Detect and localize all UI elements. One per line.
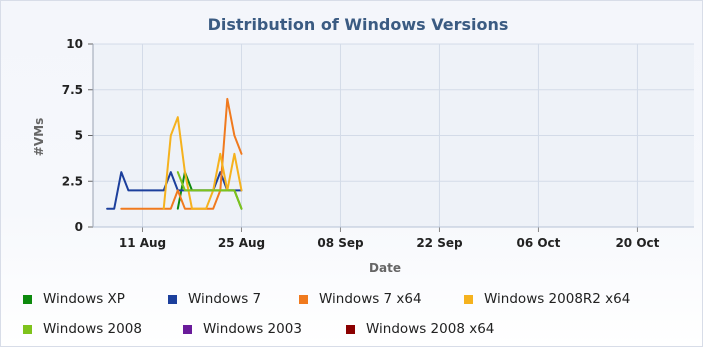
legend-item-windows-2003[interactable]: Windows 2003 bbox=[183, 321, 302, 337]
y-tick-label: 5 bbox=[75, 129, 83, 143]
legend-label: Windows XP bbox=[43, 291, 125, 307]
legend-label: Windows 2003 bbox=[203, 321, 302, 337]
legend-item-windows-2008r2-x64[interactable]: Windows 2008R2 x64 bbox=[464, 291, 630, 307]
legend-swatch bbox=[464, 294, 473, 304]
legend-swatch bbox=[346, 324, 355, 334]
legend-label: Windows 2008 x64 bbox=[366, 321, 495, 337]
legend-swatch bbox=[23, 294, 32, 304]
x-axis-title: Date bbox=[369, 261, 401, 275]
legend-item-windows-2008[interactable]: Windows 2008 bbox=[23, 321, 142, 337]
y-axis-title: #VMs bbox=[32, 118, 46, 156]
legend-label: Windows 7 bbox=[188, 291, 262, 307]
legend-label: Windows 7 x64 bbox=[319, 291, 422, 307]
x-tick-label: 11 Aug bbox=[119, 236, 166, 250]
legend-label: Windows 2008 bbox=[43, 321, 142, 337]
y-tick-label: 7.5 bbox=[62, 83, 83, 97]
chart-frame: Distribution of Windows Versions 0 2.5 5 7.… bbox=[0, 0, 703, 347]
legend-item-windows-7-x64[interactable]: Windows 7 x64 bbox=[299, 291, 422, 307]
x-tick-label: 25 Aug bbox=[218, 236, 265, 250]
x-tick-label: 08 Sep bbox=[317, 236, 364, 250]
chart-title: Distribution of Windows Versions bbox=[208, 15, 509, 34]
legend-swatch bbox=[299, 294, 308, 304]
y-tick-label: 0 bbox=[75, 220, 83, 234]
y-tick-label: 10 bbox=[66, 37, 83, 51]
legend-label: Windows 2008R2 x64 bbox=[484, 291, 631, 307]
x-tick-label: 22 Sep bbox=[416, 236, 463, 250]
legend-swatch bbox=[183, 324, 192, 334]
legend-item-windows-2008-x64[interactable]: Windows 2008 x64 bbox=[346, 321, 494, 337]
legend-item-windows-xp[interactable]: Windows XP bbox=[23, 291, 125, 307]
legend-item-windows-7[interactable]: Windows 7 bbox=[168, 291, 261, 307]
legend-swatch bbox=[23, 324, 32, 334]
x-tick-label: 06 Oct bbox=[516, 236, 560, 250]
y-tick-label: 2.5 bbox=[62, 174, 83, 188]
x-tick-label: 20 Oct bbox=[615, 236, 659, 250]
legend-swatch bbox=[168, 294, 177, 304]
